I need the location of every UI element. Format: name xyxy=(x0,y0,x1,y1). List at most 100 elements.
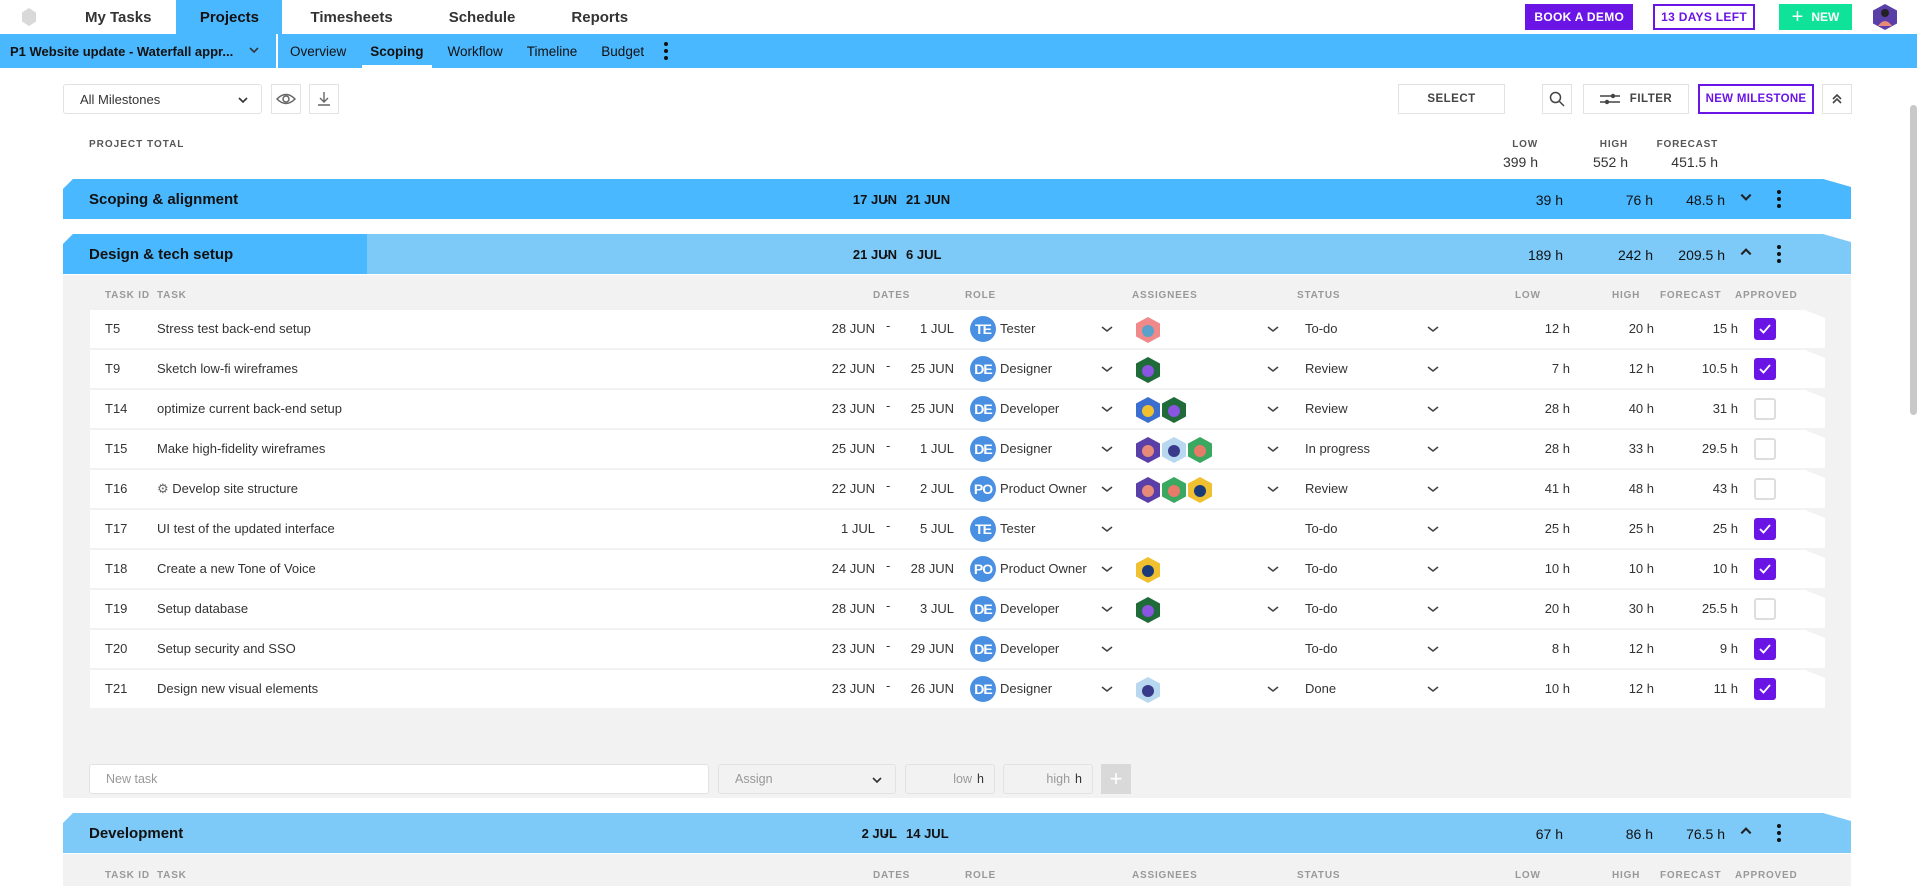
task-name-cell[interactable]: Make high-fidelity wireframes xyxy=(157,441,325,456)
role-chevron-down-icon[interactable] xyxy=(1100,643,1114,655)
role-chevron-down-icon[interactable] xyxy=(1100,523,1114,535)
task-end-date[interactable]: 1 JUL xyxy=(898,321,954,336)
new-task-input[interactable]: New task xyxy=(89,764,709,794)
role-chevron-down-icon[interactable] xyxy=(1100,483,1114,495)
task-name-cell[interactable]: UI test of the updated interface xyxy=(157,521,335,536)
approved-checkbox[interactable] xyxy=(1754,478,1776,500)
task-status[interactable]: To-do xyxy=(1305,521,1338,536)
visibility-button[interactable] xyxy=(271,84,301,114)
tab-budget[interactable]: Budget xyxy=(589,34,656,68)
assignee-avatar[interactable] xyxy=(1188,437,1212,463)
task-low[interactable]: 7 h xyxy=(1520,361,1570,376)
approved-checkbox[interactable] xyxy=(1754,598,1776,620)
search-button[interactable] xyxy=(1542,84,1572,114)
role-chevron-down-icon[interactable] xyxy=(1100,683,1114,695)
tab-scoping[interactable]: Scoping xyxy=(358,34,435,68)
task-low[interactable]: 10 h xyxy=(1520,561,1570,576)
task-row[interactable]: T15 Make high-fidelity wireframes 25 JUN… xyxy=(90,430,1825,468)
chevron-up-icon[interactable] xyxy=(1739,245,1753,259)
task-high[interactable]: 30 h xyxy=(1604,601,1654,616)
task-end-date[interactable]: 29 JUN xyxy=(898,641,954,656)
role-chevron-down-icon[interactable] xyxy=(1100,403,1114,415)
status-chevron-down-icon[interactable] xyxy=(1426,603,1440,615)
assignee-avatar[interactable] xyxy=(1162,477,1186,503)
new-milestone-button[interactable]: NEW MILESTONE xyxy=(1698,84,1814,114)
status-chevron-down-icon[interactable] xyxy=(1426,443,1440,455)
status-chevron-down-icon[interactable] xyxy=(1426,363,1440,375)
assignee-chevron-down-icon[interactable] xyxy=(1266,403,1280,415)
task-name-cell[interactable]: Design new visual elements xyxy=(157,681,318,696)
status-chevron-down-icon[interactable] xyxy=(1426,563,1440,575)
status-chevron-down-icon[interactable] xyxy=(1426,683,1440,695)
task-low[interactable]: 28 h xyxy=(1520,401,1570,416)
role-chevron-down-icon[interactable] xyxy=(1100,323,1114,335)
task-high[interactable]: 20 h xyxy=(1604,321,1654,336)
task-start-date[interactable]: 22 JUN xyxy=(825,481,875,496)
chevron-up-icon[interactable] xyxy=(1739,824,1753,838)
assignee-avatar[interactable] xyxy=(1136,317,1160,343)
task-row[interactable]: T21 Design new visual elements 23 JUN - … xyxy=(90,670,1825,708)
task-row[interactable]: T5 Stress test back-end setup 28 JUN - 1… xyxy=(90,310,1825,348)
task-low[interactable]: 8 h xyxy=(1520,641,1570,656)
more-tabs-menu-icon[interactable] xyxy=(656,34,676,68)
assignee-avatar[interactable] xyxy=(1136,677,1160,703)
tab-workflow[interactable]: Workflow xyxy=(436,34,515,68)
task-high[interactable]: 40 h xyxy=(1604,401,1654,416)
page-scrollbar[interactable] xyxy=(1910,105,1917,415)
approved-checkbox[interactable] xyxy=(1754,318,1776,340)
trial-days-button[interactable]: 13 DAYS LEFT xyxy=(1653,4,1755,30)
task-end-date[interactable]: 28 JUN xyxy=(898,561,954,576)
new-button[interactable]: + NEW xyxy=(1779,4,1852,30)
chevron-down-icon[interactable] xyxy=(1739,190,1753,204)
role-chevron-down-icon[interactable] xyxy=(1100,603,1114,615)
approved-checkbox[interactable] xyxy=(1754,678,1776,700)
task-low[interactable]: 28 h xyxy=(1520,441,1570,456)
assignee-chevron-down-icon[interactable] xyxy=(1266,683,1280,695)
task-row[interactable]: T17 UI test of the updated interface 1 J… xyxy=(90,510,1825,548)
assignee-chevron-down-icon[interactable] xyxy=(1266,323,1280,335)
task-end-date[interactable]: 3 JUL xyxy=(898,601,954,616)
approved-checkbox[interactable] xyxy=(1754,398,1776,420)
role-chevron-down-icon[interactable] xyxy=(1100,563,1114,575)
filter-button[interactable]: FILTER xyxy=(1583,84,1689,114)
add-task-button[interactable]: + xyxy=(1101,764,1131,794)
status-chevron-down-icon[interactable] xyxy=(1426,403,1440,415)
task-high[interactable]: 33 h xyxy=(1604,441,1654,456)
new-task-low-input[interactable]: low h xyxy=(905,764,995,794)
task-start-date[interactable]: 1 JUL xyxy=(825,521,875,536)
milestone-filter-select[interactable]: All Milestones xyxy=(63,84,262,114)
assign-select[interactable]: Assign xyxy=(718,764,896,794)
task-start-date[interactable]: 28 JUN xyxy=(825,601,875,616)
download-button[interactable] xyxy=(309,84,339,114)
tab-overview[interactable]: Overview xyxy=(278,34,358,68)
book-demo-button[interactable]: BOOK A DEMO xyxy=(1525,4,1634,30)
task-row[interactable]: T16 ⚙ Develop site structure 22 JUN - 2 … xyxy=(90,470,1825,508)
task-start-date[interactable]: 28 JUN xyxy=(825,321,875,336)
role-chevron-down-icon[interactable] xyxy=(1100,443,1114,455)
task-name-cell[interactable]: ⚙ Develop site structure xyxy=(157,481,298,497)
role-chevron-down-icon[interactable] xyxy=(1100,363,1114,375)
milestone-bar[interactable]: Design & tech setup 21 JUN - 6 JUL 189 h… xyxy=(63,234,1851,274)
task-low[interactable]: 10 h xyxy=(1520,681,1570,696)
task-high[interactable]: 12 h xyxy=(1604,361,1654,376)
task-status[interactable]: In progress xyxy=(1305,441,1370,456)
task-end-date[interactable]: 5 JUL xyxy=(898,521,954,536)
task-status[interactable]: Review xyxy=(1305,401,1348,416)
assignee-avatar[interactable] xyxy=(1136,437,1160,463)
assignee-avatar[interactable] xyxy=(1162,397,1186,423)
task-high[interactable]: 25 h xyxy=(1604,521,1654,536)
task-name-cell[interactable]: Stress test back-end setup xyxy=(157,321,311,336)
milestone-bar[interactable]: Development 2 JUL - 14 JUL 67 h 86 h 76.… xyxy=(63,813,1851,853)
task-low[interactable]: 20 h xyxy=(1520,601,1570,616)
nav-schedule[interactable]: Schedule xyxy=(421,0,544,34)
nav-reports[interactable]: Reports xyxy=(543,0,656,34)
status-chevron-down-icon[interactable] xyxy=(1426,643,1440,655)
task-status[interactable]: Done xyxy=(1305,681,1336,696)
task-high[interactable]: 12 h xyxy=(1604,641,1654,656)
approved-checkbox[interactable] xyxy=(1754,438,1776,460)
task-name-cell[interactable]: Setup security and SSO xyxy=(157,641,296,656)
assignee-avatar[interactable] xyxy=(1136,397,1160,423)
collapse-all-button[interactable] xyxy=(1822,84,1852,114)
task-status[interactable]: To-do xyxy=(1305,321,1338,336)
task-status[interactable]: To-do xyxy=(1305,601,1338,616)
